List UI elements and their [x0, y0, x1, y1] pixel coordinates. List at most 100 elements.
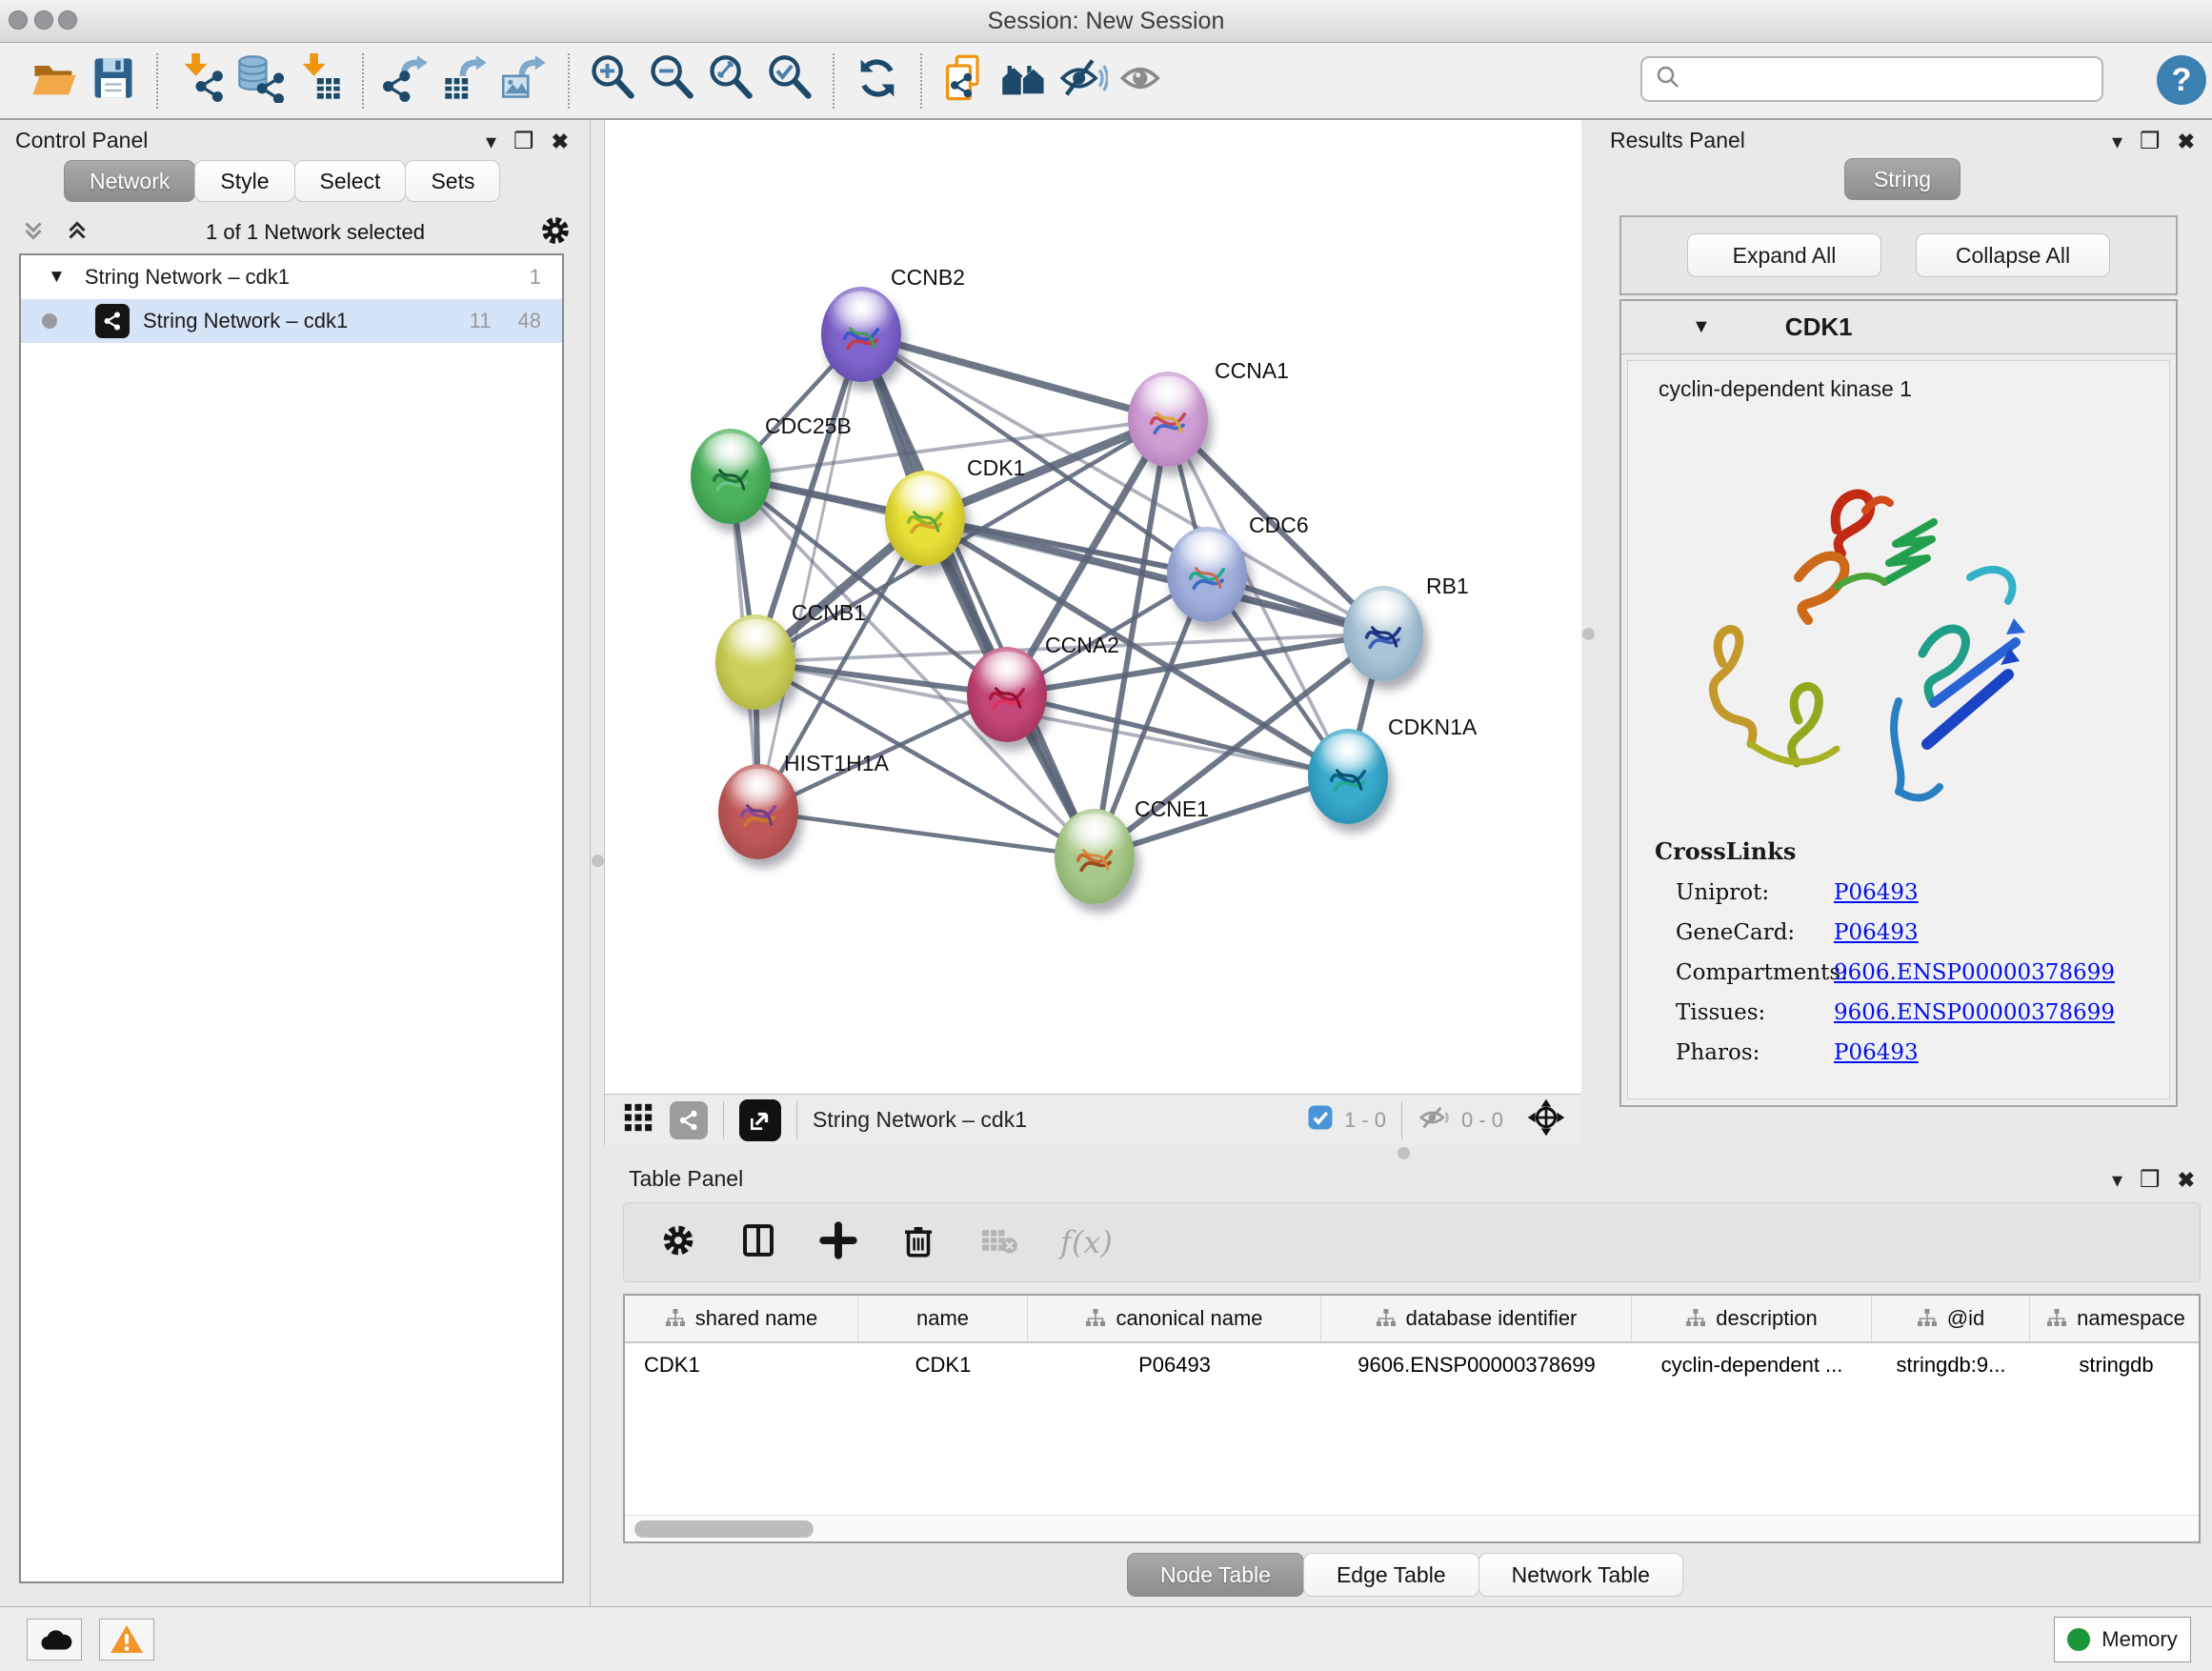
string-badge-icon[interactable]: [670, 1101, 708, 1139]
open-session-button[interactable]: [25, 51, 84, 111]
tab-node-table[interactable]: Node Table: [1127, 1553, 1304, 1597]
search-box[interactable]: [1640, 56, 2103, 102]
fit-content-crosshair-icon[interactable]: [1526, 1097, 1566, 1142]
table-cell[interactable]: stringdb: [2030, 1343, 2201, 1387]
node-details-header[interactable]: ▼ CDK1: [1621, 301, 2176, 354]
panel-close-icon[interactable]: ✖: [552, 130, 569, 154]
show-hidden-button[interactable]: [1113, 51, 1172, 111]
show-columns-icon[interactable]: [738, 1220, 778, 1265]
crosslink-link[interactable]: 9606.ENSP00000378699: [1834, 960, 2115, 985]
tab-network[interactable]: Network: [64, 160, 195, 202]
collapse-all-icon[interactable]: [17, 216, 50, 250]
memory-button[interactable]: Memory: [2054, 1617, 2191, 1662]
tab-network-table[interactable]: Network Table: [1478, 1553, 1683, 1597]
panel-float-icon[interactable]: ❒: [2140, 128, 2161, 155]
table-cell[interactable]: stringdb:9...: [1872, 1343, 2030, 1387]
network-node-hist1h1a[interactable]: [718, 764, 798, 859]
crosslink-link[interactable]: P06493: [1834, 880, 1919, 905]
panel-close-icon[interactable]: ✖: [2178, 1168, 2195, 1193]
network-edge[interactable]: [861, 334, 1168, 419]
scrollbar-thumb[interactable]: [634, 1520, 814, 1538]
network-row[interactable]: String Network – cdk1 11 48: [21, 299, 562, 343]
save-session-button[interactable]: [84, 51, 143, 111]
panel-collapse-icon[interactable]: ▾: [2112, 130, 2122, 154]
network-edge[interactable]: [758, 812, 1095, 856]
help-button[interactable]: ?: [2157, 55, 2206, 105]
collapse-entry-icon[interactable]: ▼: [1692, 316, 1711, 338]
first-neighbors-button[interactable]: [995, 51, 1054, 111]
network-node-ccnb1[interactable]: [715, 614, 795, 710]
table-row[interactable]: CDK1CDK1P064939606.ENSP00000378699cyclin…: [625, 1343, 2199, 1387]
table-horizontal-scrollbar[interactable]: [625, 1515, 2199, 1541]
import-network-button[interactable]: [171, 51, 231, 111]
import-table-button[interactable]: [290, 51, 349, 111]
network-node-cdk1[interactable]: [885, 471, 965, 566]
tab-select[interactable]: Select: [294, 160, 407, 202]
collapse-all-button[interactable]: Collapse All: [1916, 233, 2110, 277]
network-collection-row[interactable]: ▼ String Network – cdk1 1: [21, 255, 562, 299]
column-header-canonical-name[interactable]: canonical name: [1028, 1296, 1321, 1341]
hide-selected-button[interactable]: [1054, 51, 1113, 111]
network-edge[interactable]: [758, 334, 861, 812]
delete-table-icon[interactable]: [978, 1223, 1020, 1262]
column-header-name[interactable]: name: [858, 1296, 1028, 1341]
expand-all-icon[interactable]: [61, 216, 93, 250]
export-table-button[interactable]: [436, 51, 495, 111]
panel-collapse-icon[interactable]: ▾: [2112, 1168, 2122, 1193]
open-in-new-window-icon[interactable]: [739, 1099, 781, 1141]
export-network-button[interactable]: [377, 51, 436, 111]
network-node-ccna2[interactable]: [967, 647, 1047, 742]
table-cell[interactable]: CDK1: [625, 1343, 858, 1387]
panel-float-icon[interactable]: ❒: [2140, 1166, 2161, 1194]
tab-style[interactable]: Style: [194, 160, 294, 202]
add-column-icon[interactable]: [818, 1220, 858, 1265]
network-node-ccnb2[interactable]: [821, 287, 901, 382]
tree-expanded-icon[interactable]: ▼: [48, 267, 66, 288]
table-cell[interactable]: cyclin-dependent ...: [1632, 1343, 1872, 1387]
birdseye-view-icon[interactable]: [622, 1101, 654, 1138]
crosslink-link[interactable]: 9606.ENSP00000378699: [1834, 1000, 2115, 1025]
column-header-namespace[interactable]: namespace: [2030, 1296, 2201, 1341]
table-cell[interactable]: P06493: [1028, 1343, 1321, 1387]
bottom-splitter-handle[interactable]: [1398, 1147, 1410, 1159]
search-input[interactable]: [1682, 67, 2082, 91]
zoom-selected-button[interactable]: [760, 51, 819, 111]
column-header--id[interactable]: @id: [1872, 1296, 2030, 1341]
column-header-shared-name[interactable]: shared name: [625, 1296, 858, 1341]
crosslink-link[interactable]: P06493: [1834, 1040, 1919, 1065]
panel-close-icon[interactable]: ✖: [2178, 130, 2195, 154]
table-settings-gear-icon[interactable]: [658, 1220, 698, 1265]
delete-column-trash-icon[interactable]: [898, 1220, 938, 1265]
cloud-status-button[interactable]: [27, 1619, 82, 1661]
crosslink-link[interactable]: P06493: [1834, 920, 1919, 945]
tab-sets[interactable]: Sets: [405, 160, 500, 202]
tab-edge-table[interactable]: Edge Table: [1303, 1553, 1479, 1597]
hidden-eye-slash-icon[interactable]: [1418, 1102, 1452, 1137]
network-node-rb1[interactable]: [1343, 586, 1423, 681]
table-cell[interactable]: CDK1: [858, 1343, 1028, 1387]
network-node-ccna1[interactable]: [1128, 372, 1208, 467]
left-splitter-handle[interactable]: [592, 855, 604, 867]
warning-status-button[interactable]: [99, 1619, 154, 1661]
expand-all-button[interactable]: Expand All: [1687, 233, 1881, 277]
import-network-database-button[interactable]: [231, 51, 290, 111]
zoom-fit-button[interactable]: [701, 51, 760, 111]
column-header-database-identifier[interactable]: database identifier: [1321, 1296, 1632, 1341]
function-builder-icon[interactable]: f(x): [1060, 1224, 1113, 1260]
refresh-button[interactable]: [848, 51, 907, 111]
right-splitter-handle[interactable]: [1582, 628, 1595, 640]
network-node-cdc6[interactable]: [1167, 527, 1247, 622]
table-cell[interactable]: 9606.ENSP00000378699: [1321, 1343, 1632, 1387]
node-table[interactable]: shared namenamecanonical namedatabase id…: [623, 1294, 2201, 1543]
network-options-gear-icon[interactable]: [537, 212, 573, 253]
network-from-selection-button[interactable]: [935, 51, 995, 111]
export-image-button[interactable]: [495, 51, 554, 111]
zoom-in-button[interactable]: [583, 51, 642, 111]
panel-float-icon[interactable]: ❒: [513, 128, 534, 155]
tab-string[interactable]: String: [1844, 158, 1961, 200]
column-header-description[interactable]: description: [1632, 1296, 1872, 1341]
network-canvas[interactable]: CCNB2 CCNA1 CDC25B CDK1 CDC6 RB1CCNB1: [604, 120, 1581, 1094]
panel-collapse-icon[interactable]: ▾: [486, 130, 496, 154]
network-node-cdc25b[interactable]: [691, 429, 771, 524]
network-node-ccne1[interactable]: [1055, 809, 1135, 904]
